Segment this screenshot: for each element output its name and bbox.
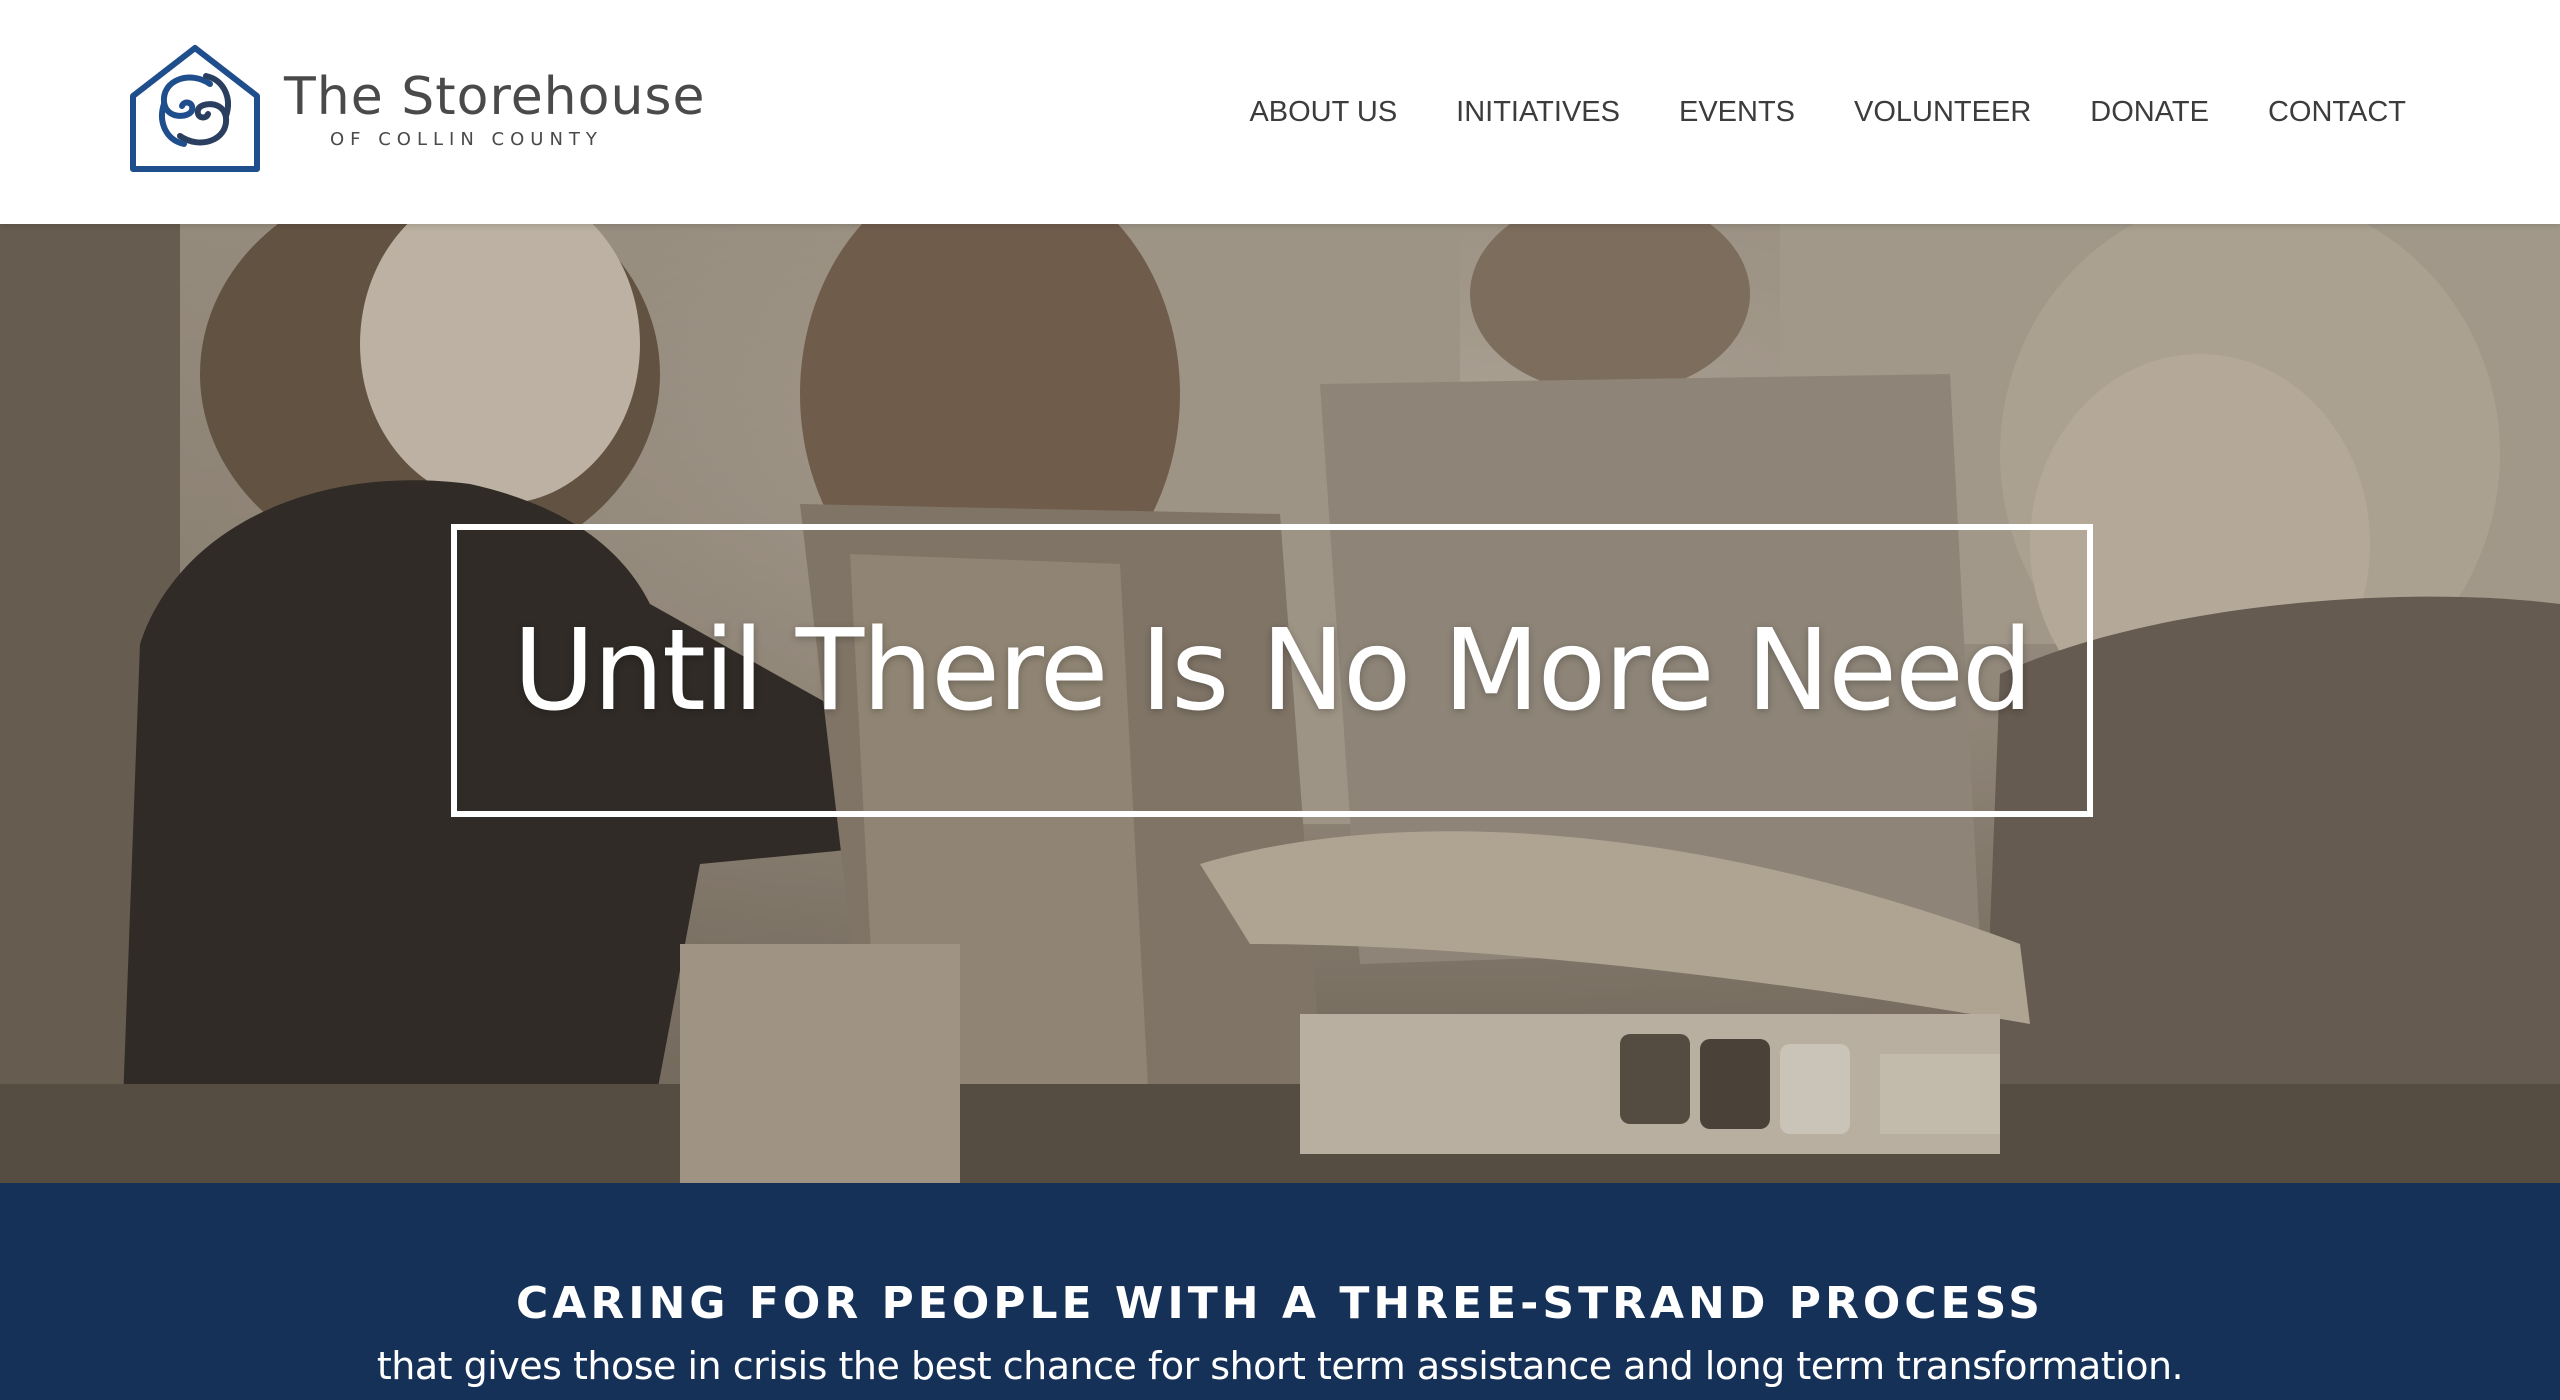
nav-initiatives[interactable]: INITIATIVES: [1456, 96, 1620, 129]
hero-heading-frame: Until There Is No More Need: [451, 524, 2093, 817]
nav-donate[interactable]: DONATE: [2090, 96, 2209, 129]
site-header: The Storehouse OF COLLIN COUNTY ABOUT US…: [0, 0, 2560, 224]
nav-events[interactable]: EVENTS: [1679, 96, 1795, 129]
banner-subtitle: that gives those in crisis the best chan…: [376, 1344, 2184, 1388]
logo-text: The Storehouse OF COLLIN COUNTY: [284, 69, 706, 150]
main-nav: ABOUT US INITIATIVES EVENTS VOLUNTEER DO…: [1249, 0, 2406, 224]
house-s-logo-icon: [130, 45, 260, 172]
banner-title: CARING FOR PEOPLE WITH A THREE-STRAND PR…: [516, 1278, 2044, 1329]
logo-title: The Storehouse: [284, 66, 706, 127]
hero-section: Until There Is No More Need: [0, 224, 2560, 1183]
nav-contact[interactable]: CONTACT: [2268, 96, 2406, 129]
logo-link[interactable]: The Storehouse OF COLLIN COUNTY: [128, 44, 706, 174]
nav-about-us[interactable]: ABOUT US: [1249, 96, 1397, 129]
hero-heading: Until There Is No More Need: [513, 605, 2033, 736]
nav-volunteer[interactable]: VOLUNTEER: [1854, 96, 2031, 129]
logo-subtitle: OF COLLIN COUNTY: [330, 128, 603, 150]
mission-banner: CARING FOR PEOPLE WITH A THREE-STRAND PR…: [0, 1183, 2560, 1400]
